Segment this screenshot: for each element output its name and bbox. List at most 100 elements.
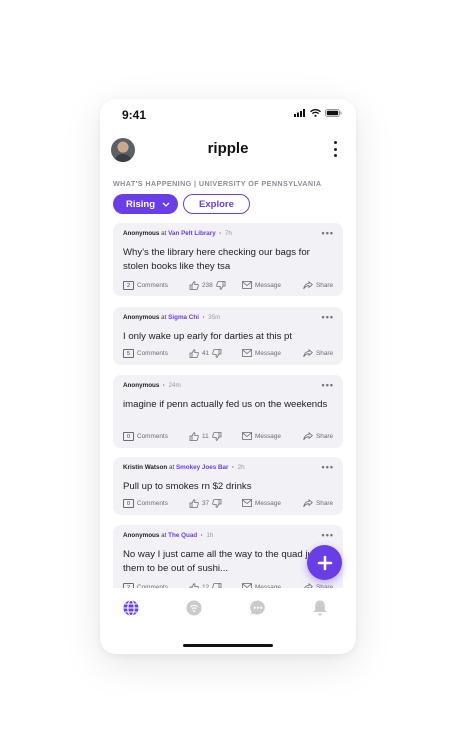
chat-bubble-icon xyxy=(250,600,265,615)
post-actions: 2 Comments 238 Message Share xyxy=(123,281,333,291)
post-card[interactable]: Anonymous at Van Pelt Library · 7h ••• W… xyxy=(113,223,343,296)
comment-box-icon: 0 xyxy=(123,432,134,441)
nav-feed[interactable] xyxy=(122,599,140,617)
signal-icon xyxy=(294,109,305,117)
post-meta: Anonymous at Sigma Chi · 35m xyxy=(123,314,221,321)
post-text: Pull up to smokes rn $2 drinks xyxy=(123,481,252,492)
share-icon xyxy=(303,499,313,508)
like-count: 37 xyxy=(202,500,210,507)
wifi-icon xyxy=(310,109,321,117)
post-location[interactable]: The Quad xyxy=(168,532,197,539)
comments-button[interactable]: 2 Comments xyxy=(123,281,168,290)
post-at: at xyxy=(168,464,175,471)
bottom-nav xyxy=(100,594,356,624)
thumbs-up-icon[interactable] xyxy=(189,583,199,588)
more-options-icon[interactable]: ••• xyxy=(322,380,334,390)
post-meta: Anonymous · 24m xyxy=(123,382,181,389)
post-feed[interactable]: Anonymous at Van Pelt Library · 7h ••• W… xyxy=(113,223,343,588)
message-button[interactable]: Message xyxy=(242,583,281,588)
post-at: at xyxy=(161,314,167,321)
post-text: No way I just came all the way to the qu… xyxy=(123,549,335,574)
message-label: Message xyxy=(255,583,281,589)
post-actions: 0 Comments 11 Message Share xyxy=(123,432,333,442)
nav-channels[interactable] xyxy=(185,599,203,617)
post-author: Anonymous xyxy=(123,230,160,237)
thumbs-up-icon[interactable] xyxy=(189,281,199,290)
comments-button[interactable]: 0 Comments xyxy=(123,432,168,441)
more-options-icon[interactable]: ••• xyxy=(322,462,334,472)
post-location[interactable]: Smokey Joes Bar xyxy=(176,464,229,471)
thumbs-down-icon[interactable] xyxy=(215,281,226,290)
post-location[interactable]: Sigma Chi xyxy=(168,314,199,321)
post-meta: Anonymous at Van Pelt Library · 7h xyxy=(123,230,232,237)
post-card[interactable]: Anonymous at Sigma Chi · 35m ••• I only … xyxy=(113,307,343,365)
post-at: at xyxy=(161,230,167,237)
message-label: Message xyxy=(255,432,281,440)
feed-tabs: Rising Explore xyxy=(113,194,250,214)
share-button[interactable]: Share xyxy=(303,349,333,358)
thumbs-down-icon[interactable] xyxy=(212,499,222,508)
new-post-button[interactable] xyxy=(307,545,342,580)
comments-label: Comments xyxy=(137,350,168,357)
post-text: I only wake up early for darties at this… xyxy=(123,331,293,342)
message-button[interactable]: Message xyxy=(242,349,281,357)
share-button[interactable]: Share xyxy=(303,432,333,441)
post-location[interactable]: Van Pelt Library xyxy=(168,230,216,237)
message-button[interactable]: Message xyxy=(242,281,281,289)
post-author: Anonymous xyxy=(123,532,160,539)
post-text: Why's the library here checking our bags… xyxy=(123,247,310,272)
thumbs-up-icon[interactable] xyxy=(189,499,199,508)
comments-button[interactable]: 5 Comments xyxy=(123,349,168,358)
envelope-icon xyxy=(242,583,252,588)
post-time: 1h xyxy=(206,532,214,539)
post-time: 7h xyxy=(224,230,232,237)
phone-frame: 9:41 ripple WHAT'S HAPPENING | UNIVERSIT… xyxy=(100,99,356,654)
post-card[interactable]: Anonymous · 24m ••• imagine if penn actu… xyxy=(113,375,343,448)
message-button[interactable]: Message xyxy=(242,499,281,507)
message-button[interactable]: Message xyxy=(242,432,281,440)
like-count: 11 xyxy=(202,433,209,440)
envelope-icon xyxy=(242,349,252,357)
tab-rising-label: Rising xyxy=(126,198,156,210)
more-options-icon[interactable]: ••• xyxy=(322,530,334,540)
thumbs-down-icon[interactable] xyxy=(212,583,222,588)
section-label: WHAT'S HAPPENING | UNIVERSITY OF PENNSYL… xyxy=(113,179,322,188)
share-icon xyxy=(303,349,313,358)
home-indicator[interactable] xyxy=(183,644,273,647)
thumbs-down-icon[interactable] xyxy=(212,349,222,358)
share-label: Share xyxy=(316,350,334,357)
share-label: Share xyxy=(316,584,334,588)
post-at: at xyxy=(161,532,167,539)
thumbs-up-icon[interactable] xyxy=(189,432,199,441)
kebab-menu-icon[interactable] xyxy=(328,141,342,157)
more-options-icon[interactable]: ••• xyxy=(322,312,334,322)
comments-label: Comments xyxy=(137,500,168,507)
thumbs-down-icon[interactable] xyxy=(211,432,222,441)
share-button[interactable]: Share xyxy=(303,499,333,508)
nav-messages[interactable] xyxy=(249,599,267,617)
globe-icon xyxy=(123,599,139,617)
post-time: 35m xyxy=(208,314,221,321)
comment-box-icon: 5 xyxy=(123,349,134,358)
tab-rising[interactable]: Rising xyxy=(113,194,179,214)
share-button[interactable]: Share xyxy=(303,583,333,588)
message-label: Message xyxy=(255,281,281,289)
vote-group: 41 xyxy=(189,349,222,358)
comments-button[interactable]: 2 Comments xyxy=(123,583,168,588)
thumbs-up-icon[interactable] xyxy=(189,349,199,358)
post-actions: 0 Comments 37 Message Share xyxy=(123,499,333,509)
like-count: 12 xyxy=(202,584,210,588)
tab-explore[interactable]: Explore xyxy=(183,194,250,214)
post-card[interactable]: Kristin Watson at Smokey Joes Bar · 2h •… xyxy=(113,457,343,515)
envelope-icon xyxy=(242,281,252,289)
nav-notifications[interactable] xyxy=(311,599,329,617)
share-label: Share xyxy=(316,433,334,440)
comments-button[interactable]: 0 Comments xyxy=(123,499,168,508)
chevron-down-icon xyxy=(162,202,170,207)
post-time: 24m xyxy=(168,382,181,389)
share-button[interactable]: Share xyxy=(303,281,333,290)
comment-box-icon: 2 xyxy=(123,281,134,290)
more-options-icon[interactable]: ••• xyxy=(322,228,334,238)
comments-label: Comments xyxy=(137,433,168,440)
message-label: Message xyxy=(255,499,281,507)
